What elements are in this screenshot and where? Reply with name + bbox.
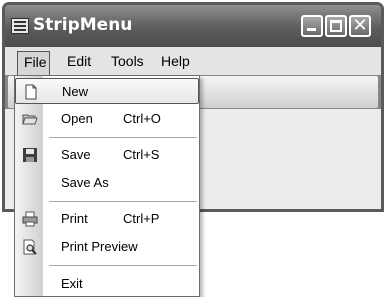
menu-separator	[49, 137, 197, 138]
window-title: StripMenu	[33, 15, 133, 35]
maximize-icon	[330, 20, 342, 32]
menu-tools[interactable]: Tools	[111, 53, 144, 69]
menu-help[interactable]: Help	[161, 53, 190, 69]
menu-item-label: Save	[61, 147, 91, 162]
menu-item-label: Open	[61, 111, 93, 126]
close-button[interactable]: ✕	[349, 15, 371, 37]
floppy-disk-icon	[23, 148, 37, 162]
new-document-icon	[25, 84, 37, 100]
minimize-icon	[307, 28, 316, 31]
menu-bar: File Edit Tools Help	[5, 47, 381, 75]
menu-separator	[49, 201, 197, 202]
shortcut-label: Ctrl+O	[123, 111, 161, 126]
menu-item-label: Print	[61, 211, 88, 226]
app-icon[interactable]	[11, 18, 29, 34]
shortcut-label: Ctrl+P	[123, 211, 160, 226]
file-menu-dropdown: New Open Ctrl+O Save Ctrl+S Save As Prin…	[14, 75, 200, 297]
menu-item-exit[interactable]: Exit	[15, 271, 199, 297]
maximize-button[interactable]	[325, 15, 347, 37]
shortcut-label: Ctrl+S	[123, 147, 160, 162]
menu-edit[interactable]: Edit	[67, 53, 91, 69]
title-bar[interactable]: StripMenu ✕	[5, 5, 381, 47]
menu-item-label: Save As	[61, 175, 109, 190]
menu-item-label: Print Preview	[61, 239, 138, 254]
minimize-button[interactable]	[301, 15, 323, 37]
menu-file[interactable]: File	[17, 51, 50, 75]
menu-item-print-preview[interactable]: Print Preview	[15, 234, 199, 260]
menu-item-save[interactable]: Save Ctrl+S	[15, 142, 199, 168]
menu-separator	[49, 265, 197, 266]
print-preview-icon	[23, 239, 37, 255]
menu-item-label: New	[62, 84, 89, 99]
menu-item-print[interactable]: Print Ctrl+P	[15, 206, 199, 232]
menu-item-label: Exit	[61, 276, 83, 291]
close-icon: ✕	[352, 15, 368, 36]
open-folder-icon	[22, 114, 38, 125]
menu-item-open[interactable]: Open Ctrl+O	[15, 106, 199, 132]
menu-item-save-as[interactable]: Save As	[15, 170, 199, 196]
menu-item-new[interactable]: New	[15, 78, 199, 104]
printer-icon	[22, 211, 38, 227]
